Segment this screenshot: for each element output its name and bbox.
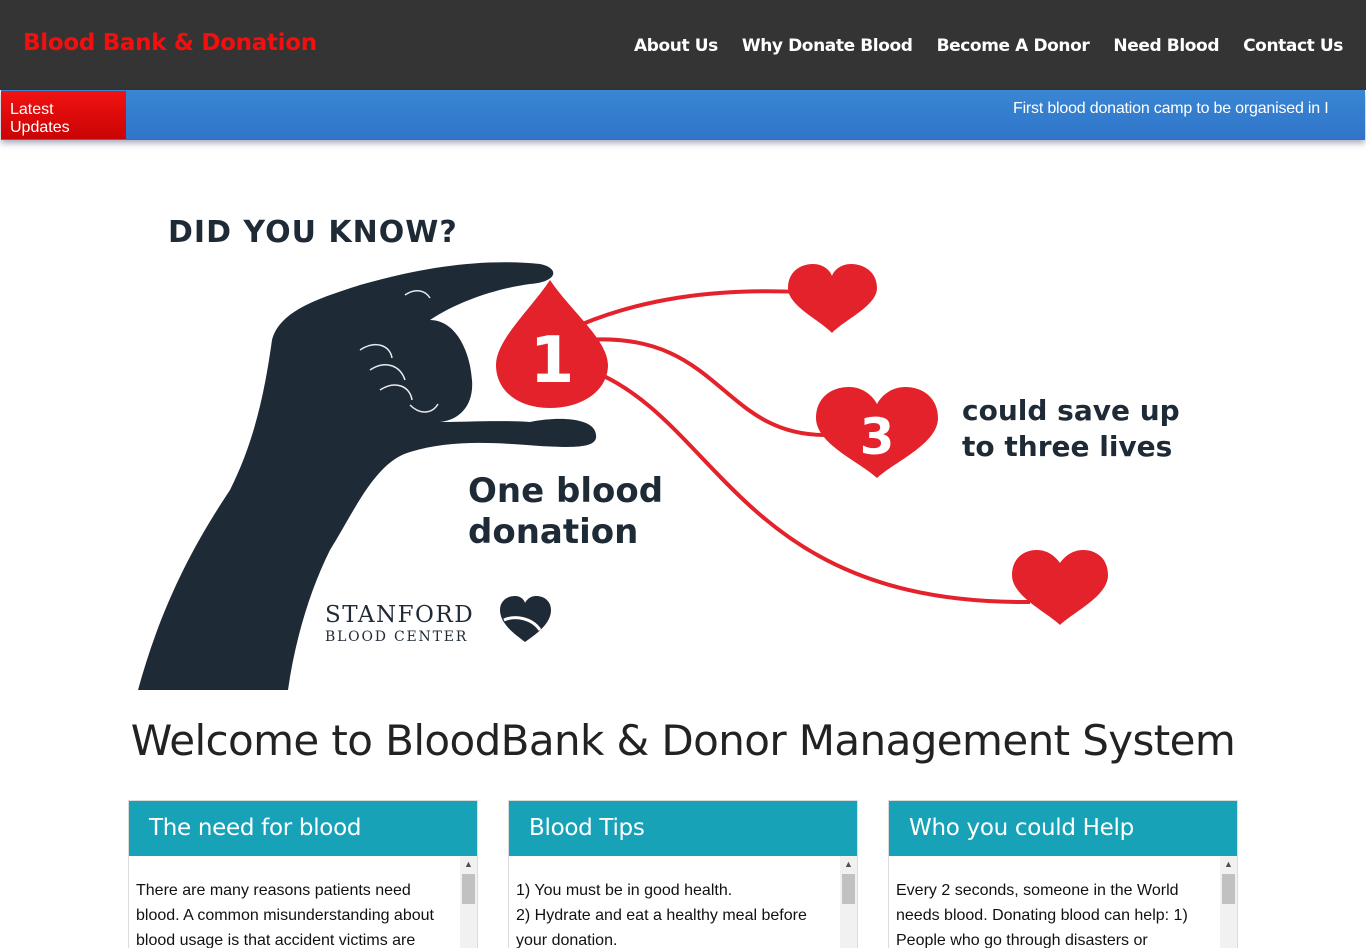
- scroll-up-icon[interactable]: ▲: [840, 856, 857, 873]
- hero-save-line-two: to three lives: [962, 430, 1172, 463]
- welcome-heading: Welcome to BloodBank & Donor Management …: [130, 716, 1236, 765]
- scroll-thumb[interactable]: [842, 874, 855, 904]
- heart-top-icon: [788, 264, 877, 333]
- nav-about-us[interactable]: About Us: [634, 36, 718, 56]
- heart-bottom-icon: [1012, 550, 1108, 625]
- card-text: There are many reasons patients need blo…: [136, 882, 434, 948]
- card-scrollbar[interactable]: ▲: [840, 856, 857, 948]
- brand-logo[interactable]: Blood Bank & Donation: [23, 30, 317, 56]
- scroll-up-icon[interactable]: ▲: [1220, 856, 1237, 873]
- hero-line-two: donation: [468, 512, 638, 552]
- nav-menu: About Us Why Donate Blood Become A Donor…: [634, 36, 1343, 56]
- hero-headline: DID YOU KNOW?: [168, 215, 458, 250]
- nav-why-donate-blood[interactable]: Why Donate Blood: [742, 36, 913, 56]
- card-title: Who you could Help: [889, 801, 1237, 856]
- tip-item: 1) You must be in good health.: [516, 882, 733, 899]
- card-text: Every 2 seconds, someone in the World ne…: [896, 882, 1188, 948]
- card-body[interactable]: Every 2 seconds, someone in the World ne…: [889, 856, 1237, 948]
- ticker-text[interactable]: First blood donation camp to be organise…: [1013, 100, 1343, 118]
- nav-become-a-donor[interactable]: Become A Donor: [937, 36, 1090, 56]
- card-title: Blood Tips: [509, 801, 857, 856]
- scroll-thumb[interactable]: [1222, 874, 1235, 904]
- card-body[interactable]: There are many reasons patients need blo…: [129, 856, 477, 948]
- scroll-up-icon[interactable]: ▲: [460, 856, 477, 873]
- card-scrollbar[interactable]: ▲: [1220, 856, 1237, 948]
- heart-number: 3: [860, 408, 895, 466]
- hero-line-one: One blood: [468, 471, 663, 511]
- card-need-for-blood: The need for blood There are many reason…: [128, 800, 478, 948]
- drop-number: 1: [530, 324, 575, 398]
- card-who-you-could-help: Who you could Help Every 2 seconds, some…: [888, 800, 1238, 948]
- stanford-heart-logo: [500, 596, 551, 642]
- card-body[interactable]: 1) You must be in good health. 2) Hydrat…: [509, 856, 857, 948]
- logo-sub: BLOOD CENTER: [325, 629, 468, 645]
- card-scrollbar[interactable]: ▲: [460, 856, 477, 948]
- ticker-label: Latest Updates: [1, 91, 126, 139]
- card-blood-tips: Blood Tips 1) You must be in good health…: [508, 800, 858, 948]
- nav-contact-us[interactable]: Contact Us: [1243, 36, 1343, 56]
- hero-infographic: 1 3 DID YOU KNOW? One blood donation cou…: [138, 215, 1180, 690]
- card-title: The need for blood: [129, 801, 477, 856]
- tip-item: 2) Hydrate and eat a healthy meal before…: [516, 907, 807, 948]
- navbar: Blood Bank & Donation About Us Why Donat…: [0, 0, 1366, 90]
- updates-ticker: Latest Updates First blood donation camp…: [1, 90, 1365, 140]
- scroll-thumb[interactable]: [462, 874, 475, 904]
- nav-need-blood[interactable]: Need Blood: [1113, 36, 1219, 56]
- hero-save-line-one: could save up: [962, 394, 1180, 427]
- logo-name: STANFORD: [325, 602, 474, 628]
